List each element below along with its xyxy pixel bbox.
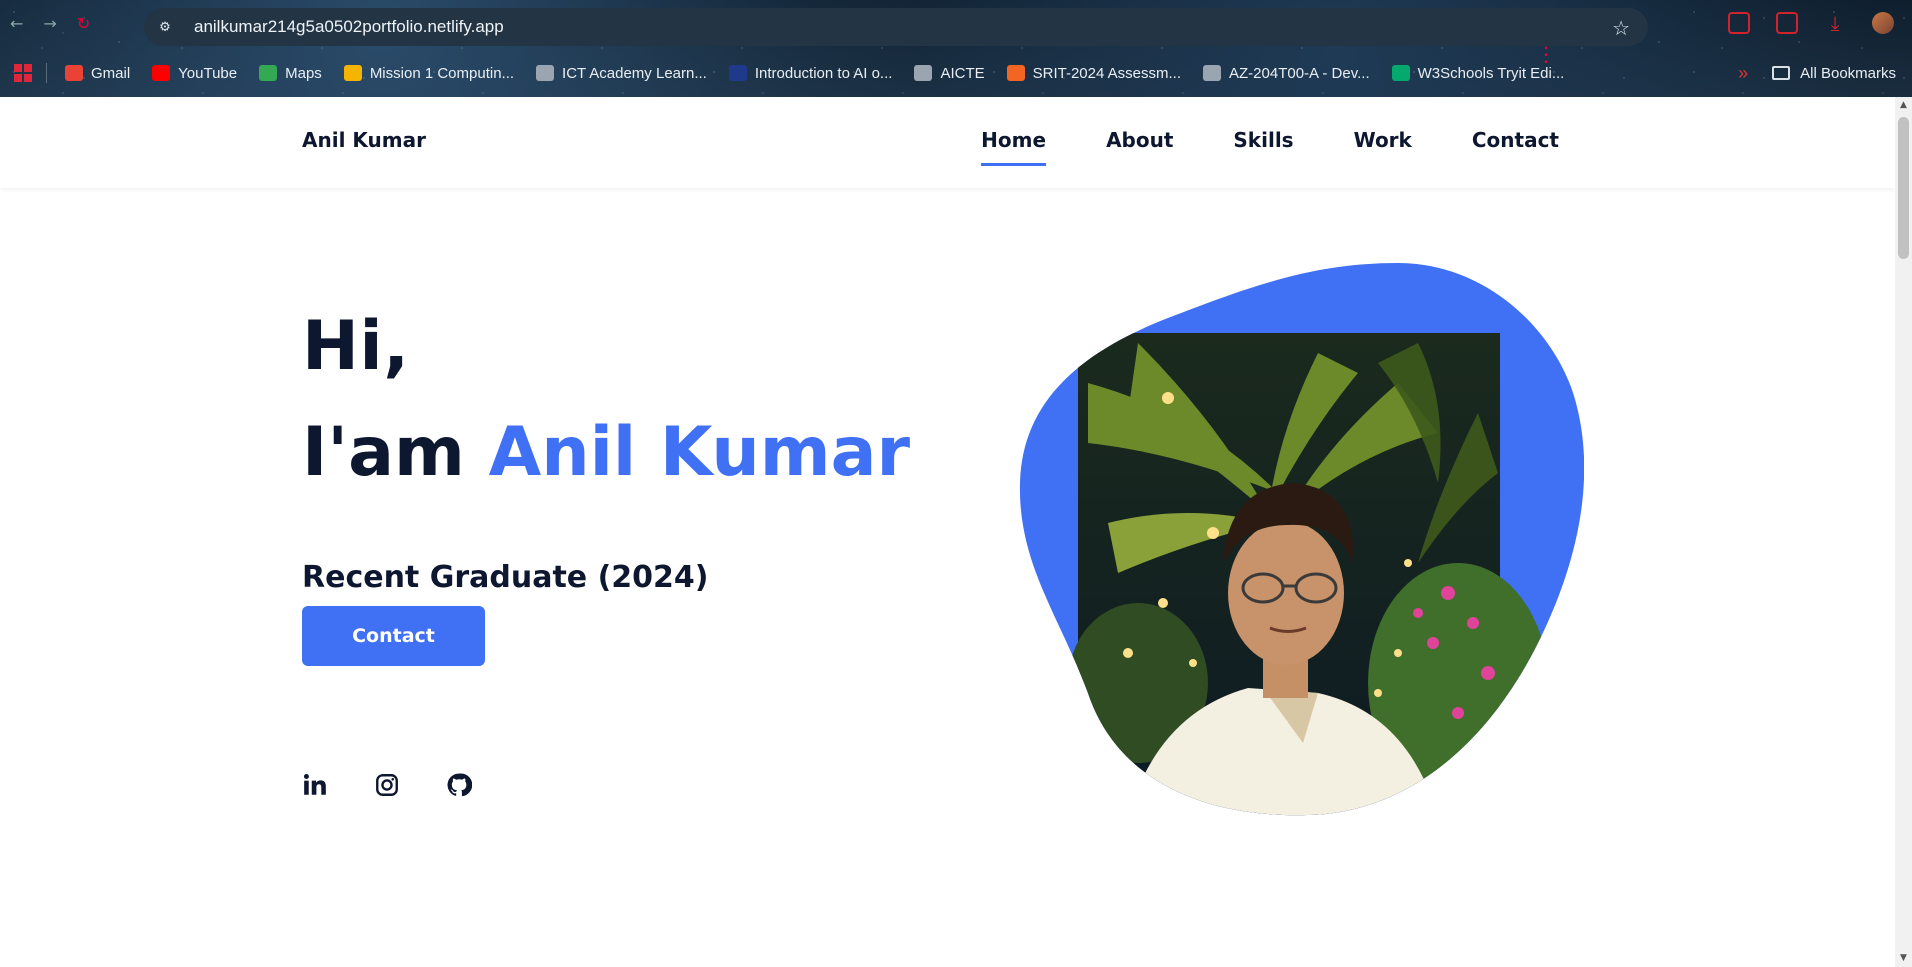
bookmark-ai-intro[interactable]: Introduction to AI o...: [728, 64, 893, 82]
hero-greeting: Hi,: [302, 307, 410, 386]
bookmark-label: Introduction to AI o...: [754, 64, 893, 82]
nav-about[interactable]: About: [1106, 128, 1173, 152]
hero-title: I'am Anil Kumar: [302, 413, 910, 492]
bookmark-srit[interactable]: SRIT-2024 Assessm...: [1006, 64, 1182, 82]
extension-icon[interactable]: [1728, 12, 1750, 34]
bookmark-label: W3Schools Tryit Edi...: [1417, 64, 1565, 82]
nav-contact[interactable]: Contact: [1472, 128, 1559, 152]
scroll-up-icon[interactable]: ▲: [1895, 97, 1912, 114]
site-header: Anil Kumar Home About Skills Work Contac…: [0, 97, 1895, 188]
profile-avatar[interactable]: [1872, 12, 1894, 34]
page-viewport: Anil Kumar Home About Skills Work Contac…: [0, 97, 1895, 967]
scroll-thumb[interactable]: [1898, 117, 1909, 259]
bookmark-label: AICTE: [940, 64, 985, 82]
bookmark-maps[interactable]: Maps: [259, 65, 322, 82]
site-logo[interactable]: Anil Kumar: [302, 128, 426, 152]
reload-icon[interactable]: ↻: [77, 14, 90, 33]
browser-toolbar-icons: ⤓ ⋮: [1536, 12, 1894, 65]
nav-skills[interactable]: Skills: [1233, 128, 1293, 152]
url-text[interactable]: anilkumar214g5a0502portfolio.netlify.app: [194, 17, 504, 37]
scrollbar[interactable]: ▲ ▼: [1895, 97, 1912, 967]
bookmark-youtube[interactable]: YouTube: [152, 65, 237, 82]
linkedin-icon[interactable]: [302, 772, 328, 798]
bookmark-label: AZ-204T00-A - Dev...: [1229, 64, 1370, 82]
more-bookmarks-icon[interactable]: »: [1738, 63, 1748, 84]
scroll-down-icon[interactable]: ▼: [1895, 950, 1912, 967]
folder-icon: [1772, 66, 1791, 80]
bookmark-label: Gmail: [91, 64, 131, 82]
bookmark-mission[interactable]: Mission 1 Computin...: [343, 64, 515, 82]
site-settings-icon[interactable]: ⚙: [154, 16, 176, 38]
bookmark-label: ICT Academy Learn...: [562, 64, 707, 82]
globe-icon: [536, 65, 555, 81]
bookmark-aicte[interactable]: AICTE: [914, 64, 985, 82]
all-bookmarks[interactable]: All Bookmarks: [1772, 65, 1896, 82]
bookmark-star-icon[interactable]: ☆: [1612, 16, 1630, 40]
site-nav: Home About Skills Work Contact: [981, 128, 1559, 166]
hero-name: Anil Kumar: [488, 413, 911, 492]
nav-work[interactable]: Work: [1354, 128, 1412, 152]
profile-photo-blob: [1018, 263, 1584, 817]
box-icon: [343, 65, 362, 81]
bookmark-label: YouTube: [178, 64, 238, 82]
bookmark-ict[interactable]: ICT Academy Learn...: [536, 65, 707, 82]
extension-icon-2[interactable]: [1776, 12, 1798, 34]
bookmark-label: SRIT-2024 Assessm...: [1032, 64, 1182, 82]
course-icon: [728, 65, 747, 81]
profile-photo: [1019, 263, 1584, 816]
hero-title-prefix: I'am: [302, 413, 465, 492]
github-icon[interactable]: [446, 772, 472, 798]
bookmark-az204[interactable]: AZ-204T00-A - Dev...: [1203, 65, 1370, 82]
globe-icon: [914, 65, 933, 81]
nav-home[interactable]: Home: [981, 128, 1046, 166]
browser-chrome: ← → ↻ ⚙ anilkumar214g5a0502portfolio.net…: [0, 0, 1912, 97]
profile-blob-svg: [1019, 263, 1584, 816]
bookmark-gmail[interactable]: Gmail: [65, 65, 130, 82]
w3schools-icon: [1391, 65, 1410, 81]
forward-icon[interactable]: →: [43, 14, 56, 33]
bookmark-w3schools[interactable]: W3Schools Tryit Edi...: [1391, 64, 1565, 82]
bookmark-label: Maps: [285, 64, 322, 82]
apps-icon[interactable]: [14, 64, 32, 82]
assessment-icon: [1006, 65, 1025, 81]
gmail-icon: [65, 65, 83, 81]
youtube-icon: [152, 65, 171, 81]
bookmark-label: Mission 1 Computin...: [369, 64, 515, 82]
instagram-icon[interactable]: [374, 772, 400, 798]
maps-icon: [259, 65, 278, 81]
bookmarks-bar: Gmail YouTube Maps Mission 1 Computin...…: [0, 58, 1912, 88]
download-icon[interactable]: ⤓: [1824, 12, 1846, 34]
social-links: [302, 772, 472, 798]
bookmark-separator: [46, 63, 47, 83]
back-icon[interactable]: ←: [10, 14, 23, 33]
contact-button[interactable]: Contact: [302, 606, 485, 666]
all-bookmarks-label: All Bookmarks: [1800, 64, 1896, 82]
address-bar[interactable]: ⚙ anilkumar214g5a0502portfolio.netlify.a…: [144, 8, 1648, 46]
browser-nav-buttons: ← → ↻: [10, 14, 90, 33]
hero-subtitle: Recent Graduate (2024): [302, 560, 709, 595]
globe-icon: [1203, 65, 1222, 81]
